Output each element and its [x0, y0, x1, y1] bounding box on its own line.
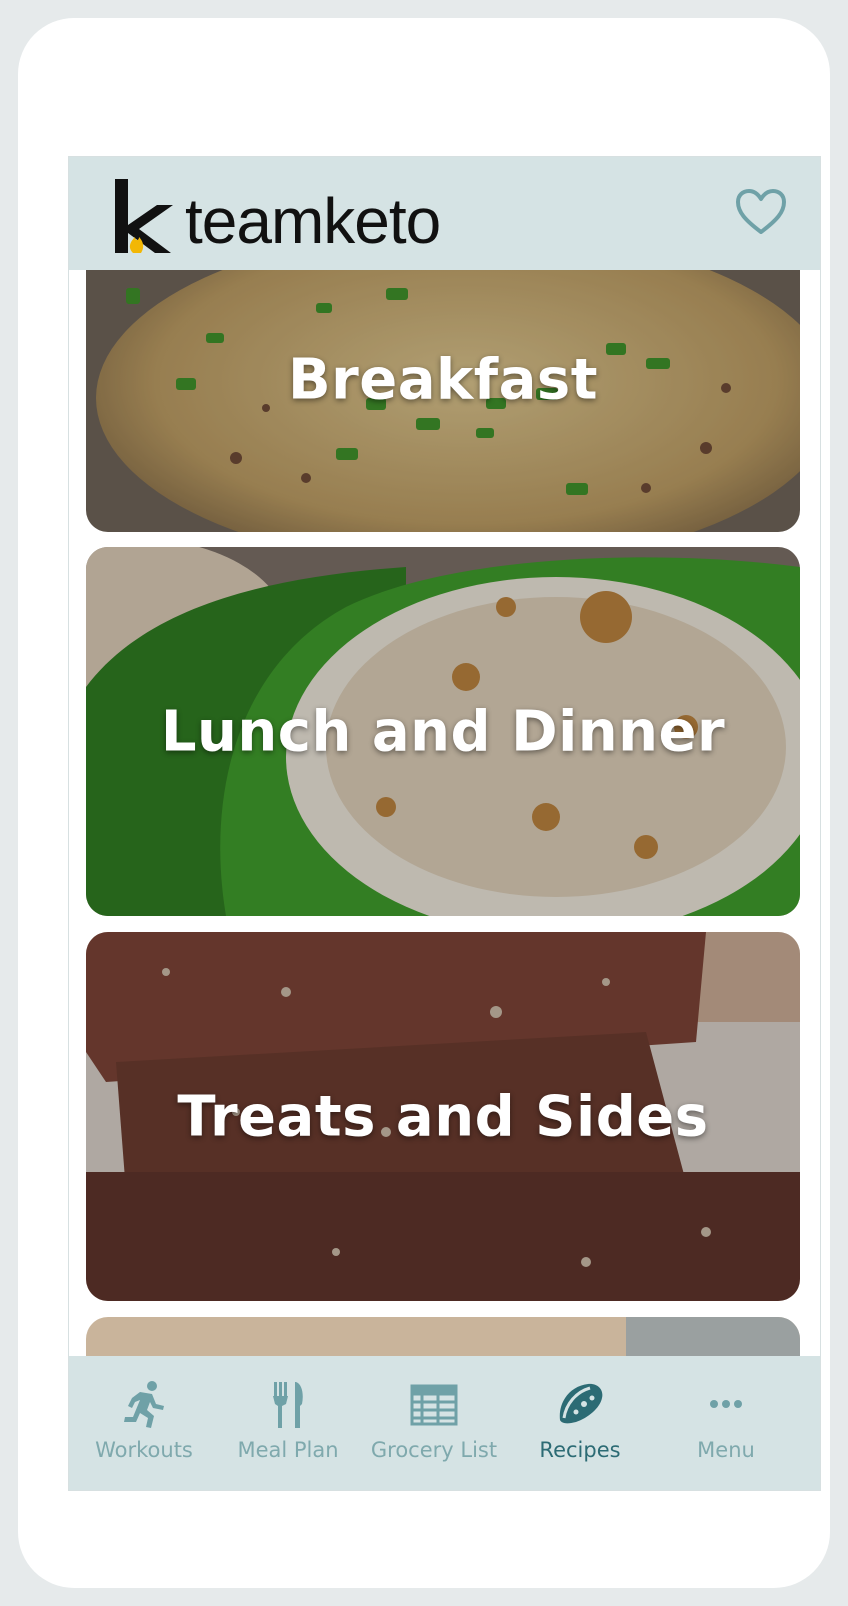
tab-meal-plan[interactable]: Meal Plan	[213, 1356, 363, 1490]
tab-workouts[interactable]: Workouts	[69, 1356, 219, 1490]
category-label: Breakfast	[287, 347, 599, 413]
heart-outline-icon	[736, 189, 786, 234]
logo-wordmark: teamketo	[185, 185, 441, 257]
category-card-lunch-and-dinner[interactable]: Lunch and Dinner	[86, 547, 800, 916]
keto-k-flame-logo-icon	[115, 179, 173, 253]
category-label: Treats and Sides	[177, 1084, 709, 1149]
tab-recipes[interactable]: Recipes	[505, 1356, 655, 1490]
tab-label: Workouts	[95, 1438, 193, 1462]
recipe-categories: Breakfast Lunch and Dinner Treats and Si…	[69, 270, 820, 1490]
grocery-list-icon	[410, 1384, 458, 1426]
app-screen: teamketo Breakfast Lunch and Dinner Trea…	[68, 156, 821, 1491]
more-dots-icon	[710, 1400, 742, 1408]
app-header: teamketo	[69, 157, 820, 270]
tab-label: Grocery List	[370, 1438, 498, 1462]
tab-grocery-list[interactable]: Grocery List	[359, 1356, 509, 1490]
category-label: Lunch and Dinner	[160, 699, 726, 764]
tab-menu[interactable]: Menu	[651, 1356, 801, 1490]
fork-knife-icon	[273, 1382, 303, 1428]
category-card-breakfast[interactable]: Breakfast	[86, 270, 800, 532]
tab-label: Recipes	[539, 1438, 621, 1462]
favorites-button[interactable]	[735, 188, 787, 236]
phone-frame: teamketo Breakfast Lunch and Dinner Trea…	[18, 18, 830, 1588]
tab-label: Meal Plan	[237, 1438, 339, 1462]
tab-label: Menu	[697, 1438, 755, 1462]
running-person-icon	[124, 1381, 164, 1428]
bottom-tab-bar: Workouts Meal Plan Grocery List Recipes …	[69, 1356, 820, 1490]
category-card-treats-and-sides[interactable]: Treats and Sides	[86, 932, 800, 1301]
taco-icon	[559, 1383, 603, 1424]
